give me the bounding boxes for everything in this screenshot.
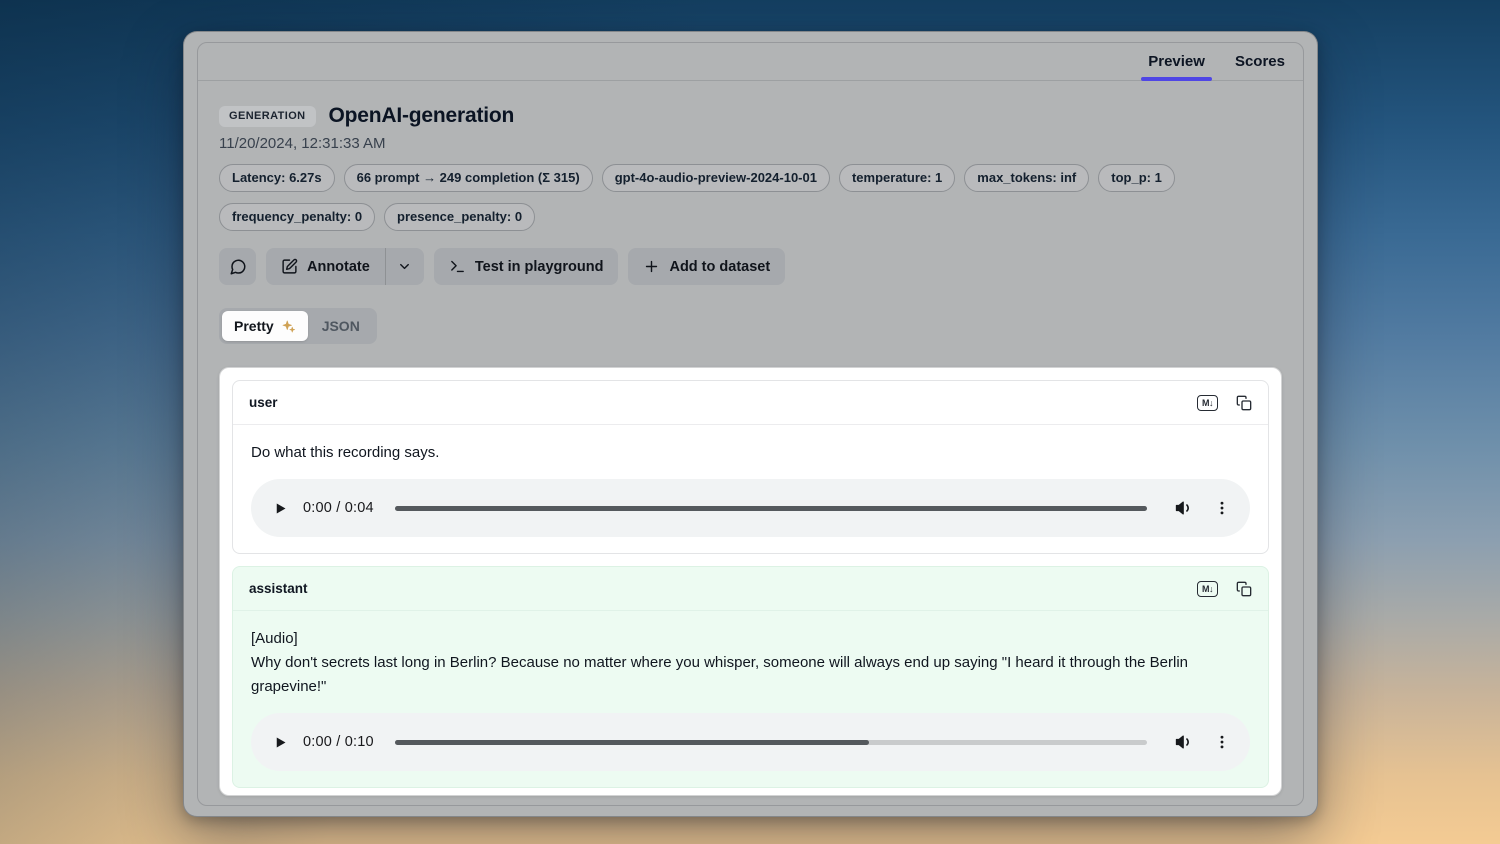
user-header-icons: M↓ [1197,395,1252,411]
title-row: GENERATION OpenAI-generation [219,104,1282,128]
play-icon[interactable] [273,501,288,516]
assistant-header-icons: M↓ [1197,581,1252,597]
panel-content: GENERATION OpenAI-generation 11/20/2024,… [198,81,1303,805]
user-message-header: user M↓ [233,381,1268,425]
tab-preview-label: Preview [1148,53,1205,70]
test-in-playground-button[interactable]: Test in playground [434,248,619,285]
badge-frequency-penalty: frequency_penalty: 0 [219,203,375,231]
comment-icon [229,258,247,276]
meta-badges: Latency: 6.27s 66 prompt → 249 completio… [219,164,1224,231]
badge-top-p: top_p: 1 [1098,164,1175,192]
audio-seek-bar[interactable] [395,740,1147,745]
page-title: OpenAI-generation [329,104,515,128]
badge-token-usage: 66 prompt → 249 completion (Σ 315) [344,164,593,192]
tab-preview-active-indicator [1141,77,1212,81]
test-in-playground-label: Test in playground [475,259,604,275]
badge-model: gpt-4o-audio-preview-2024-10-01 [602,164,830,192]
assistant-message-body: [Audio] Why don't secrets last long in B… [233,611,1268,787]
plus-icon [643,258,660,275]
timestamp: 11/20/2024, 12:31:33 AM [219,135,1282,152]
audio-time: 0:00 / 0:04 [303,500,374,516]
annotate-dropdown-button[interactable] [386,248,424,285]
play-icon[interactable] [273,735,288,750]
markdown-toggle-icon[interactable]: M↓ [1197,581,1218,597]
generation-detail-panel: Preview Scores GENERATION OpenAI-generat… [183,31,1318,817]
user-message-card: user M↓ Do what this recording says. [232,380,1269,554]
assistant-message-text: [Audio] Why don't secrets last long in B… [251,627,1250,699]
badge-latency: Latency: 6.27s [219,164,335,192]
add-to-dataset-button[interactable]: Add to dataset [628,248,785,285]
role-label-assistant: assistant [249,581,1187,596]
generation-type-badge: GENERATION [219,106,316,127]
kebab-menu-icon[interactable] [1213,733,1231,751]
assistant-message-card: assistant M↓ [Audio] Why don't secrets l… [232,566,1269,788]
sparkles-icon [281,319,296,334]
assistant-message-header: assistant M↓ [233,567,1268,611]
panel-inner: Preview Scores GENERATION OpenAI-generat… [197,42,1304,806]
pretty-toggle[interactable]: Pretty [222,311,308,341]
badge-max-tokens: max_tokens: inf [964,164,1089,192]
io-container: user M↓ Do what this recording says. [219,367,1282,796]
tabbar: Preview Scores [198,43,1303,81]
pretty-toggle-label: Pretty [234,318,274,334]
tab-scores-label: Scores [1235,53,1285,70]
user-message-body: Do what this recording says. 0:00 / 0:04 [233,425,1268,553]
badge-temperature: temperature: 1 [839,164,955,192]
audio-seek-bar[interactable] [395,506,1147,511]
add-to-dataset-label: Add to dataset [669,259,770,275]
desktop-background: Preview Scores GENERATION OpenAI-generat… [0,0,1500,844]
view-format-toggle: Pretty JSON [219,308,377,344]
tab-preview[interactable]: Preview [1146,43,1207,80]
volume-icon[interactable] [1174,732,1194,752]
audio-progress-fill [395,506,1147,511]
annotate-button[interactable]: Annotate [266,248,385,285]
copy-icon[interactable] [1236,581,1252,597]
audio-time: 0:00 / 0:10 [303,734,374,750]
audio-progress-fill [395,740,869,745]
user-audio-player: 0:00 / 0:04 [251,479,1250,537]
volume-icon[interactable] [1174,498,1194,518]
chevron-down-icon [397,259,412,274]
kebab-menu-icon[interactable] [1213,499,1231,517]
badge-presence-penalty: presence_penalty: 0 [384,203,535,231]
json-toggle-label: JSON [322,318,360,334]
actions-row: Annotate Test in playgrou [219,248,1282,285]
json-toggle[interactable]: JSON [308,311,374,341]
tab-scores[interactable]: Scores [1233,43,1287,80]
annotate-button-label: Annotate [307,259,370,275]
copy-icon[interactable] [1236,395,1252,411]
role-label-user: user [249,395,1187,410]
assistant-audio-player: 0:00 / 0:10 [251,713,1250,771]
annotate-split-button: Annotate [266,248,424,285]
comment-button[interactable] [219,248,256,285]
terminal-icon [449,258,466,275]
markdown-toggle-icon[interactable]: M↓ [1197,395,1218,411]
user-message-text: Do what this recording says. [251,441,1250,465]
edit-icon [281,258,298,275]
